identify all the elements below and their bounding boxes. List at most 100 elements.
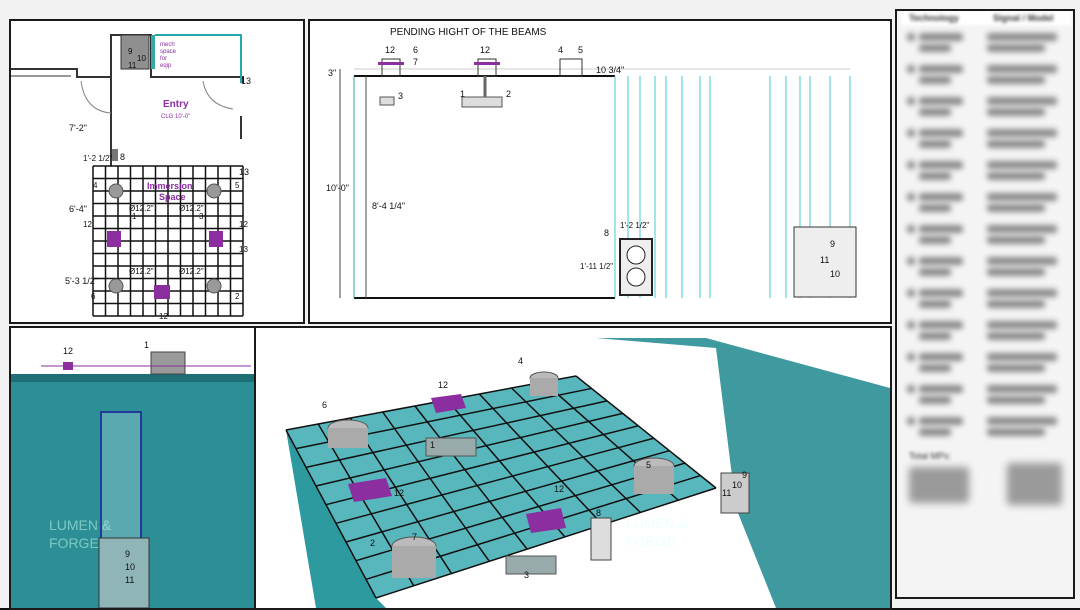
legend-blurred-line xyxy=(987,257,1057,265)
diameter-3: Ø12.2" xyxy=(129,267,154,276)
legend-blurred-line xyxy=(987,236,1045,244)
iso-callout-12-b: 12 xyxy=(394,488,404,498)
legend-blurred-line xyxy=(919,97,963,105)
side-callout-12: 12 xyxy=(63,346,73,356)
iso-callout-12-a: 12 xyxy=(438,380,448,390)
legend-blurred-line xyxy=(907,257,915,265)
legend-col2-header: Signal / Model xyxy=(993,13,1054,23)
legend-blurred-line xyxy=(987,193,1057,201)
legend-blurred-line xyxy=(919,161,963,169)
legend-blurred-line xyxy=(987,289,1057,297)
legend-blurred-line xyxy=(919,236,951,244)
floor-plan-panel: mech space for eqip 9 10 11 Entry CLG 10… xyxy=(9,19,305,324)
callout-2: 2 xyxy=(235,292,240,301)
legend-blurred-line xyxy=(987,33,1057,41)
iso-callout-1: 1 xyxy=(430,440,435,450)
dim-1-2: 1'-2 1/2" xyxy=(83,154,112,163)
legend-blurred-line xyxy=(987,161,1057,169)
legend-blurred-line xyxy=(987,300,1045,308)
legend-blurred-line xyxy=(919,225,963,233)
callout-12-c: 12 xyxy=(159,312,168,321)
floor-plan-drawing: mech space for eqip 9 10 11 Entry CLG 10… xyxy=(11,34,251,321)
callout-13-c: 13 xyxy=(239,245,248,254)
legend-blurred-line xyxy=(987,108,1045,116)
legend-blurred-line xyxy=(907,289,915,297)
elevation-title: PENDING HIGHT OF THE BEAMS xyxy=(390,27,547,38)
top-label-7: 7 xyxy=(413,57,418,67)
elevation-panel: PENDING HIGHT OF THE BEAMS 12 6 7 12 4 5… xyxy=(308,19,892,324)
callout-4: 4 xyxy=(93,181,98,190)
svg-text:eqip: eqip xyxy=(160,63,172,69)
callout-8: 8 xyxy=(604,228,609,238)
dim-3in: 3" xyxy=(328,68,336,78)
svg-text:mech: mech xyxy=(160,42,175,48)
callout-2: 2 xyxy=(506,89,511,99)
iso-callout-6: 6 xyxy=(322,400,327,410)
legend-blurred-line xyxy=(987,44,1045,52)
legend-blurred-line xyxy=(907,321,915,329)
space-name-1: Immersion xyxy=(147,181,193,191)
legend-blurred-line xyxy=(987,76,1045,84)
dim-beam: 10 3/4" xyxy=(596,65,624,75)
legend-blurred-line xyxy=(987,417,1057,425)
callout-3: 3 xyxy=(199,212,204,221)
side-view-panel: 12 1 9 10 11 LUMEN & FORGE xyxy=(9,326,256,610)
legend-panel: Technology Signal / Model Total MPs: xyxy=(895,9,1075,599)
legend-blurred-line xyxy=(919,268,951,276)
legend-blurred-line xyxy=(919,385,963,393)
legend-blurred-line xyxy=(987,204,1045,212)
legend-blurred-line xyxy=(907,417,915,425)
watermark-line-1: LUMEN & xyxy=(49,517,112,533)
legend-blurred-line xyxy=(907,97,915,105)
iso-callout-12-c: 12 xyxy=(554,484,564,494)
legend-blurred-line xyxy=(907,161,915,169)
iso-callout-9: 9 xyxy=(742,470,747,480)
iso-callout-10: 10 xyxy=(732,480,742,490)
callout-12-b: 12 xyxy=(239,220,248,229)
iso-callout-5: 5 xyxy=(646,460,651,470)
space-name-2: Space xyxy=(159,192,186,202)
legend-blurred-line xyxy=(987,65,1057,73)
tech-callout-11: 11 xyxy=(128,61,137,70)
legend-blurred-line xyxy=(919,193,963,201)
callout-8: 8 xyxy=(120,152,125,162)
diameter-4: Ø12.2" xyxy=(179,267,204,276)
dim-speaker-h: 1'-11 1/2" xyxy=(580,262,613,271)
legend-blurred-line xyxy=(907,33,915,41)
legend-blurred-line xyxy=(987,321,1057,329)
legend-blurred-line xyxy=(919,76,951,84)
top-label-5: 5 xyxy=(578,45,583,55)
legend-blurred-line xyxy=(987,396,1045,404)
callout-6: 6 xyxy=(91,292,96,301)
legend-blurred-line xyxy=(919,65,963,73)
legend-blurred-line xyxy=(919,257,963,265)
legend-blurred-line xyxy=(919,332,951,340)
iso-callout-2: 2 xyxy=(370,538,375,548)
side-callout-10: 10 xyxy=(125,562,135,572)
tech-callout-10: 10 xyxy=(137,54,146,63)
legend-blurred-line xyxy=(919,108,951,116)
legend-blurred-line xyxy=(919,396,951,404)
dim-speaker-w: 1'-2 1/2" xyxy=(620,221,649,230)
legend-blurred-line xyxy=(987,385,1057,393)
dim-6-4: 6'-4" xyxy=(69,204,87,214)
svg-text:space: space xyxy=(160,49,177,55)
legend-blurred-line xyxy=(919,204,951,212)
callout-3: 3 xyxy=(398,91,403,101)
legend-blurred-line xyxy=(919,428,951,436)
dim-5-3: 5'-3 1/2" xyxy=(65,276,98,286)
iso-callout-11: 11 xyxy=(722,488,731,498)
iso-callout-8: 8 xyxy=(596,508,601,518)
side-callout-1: 1 xyxy=(144,340,149,350)
legend-blurred-line xyxy=(987,225,1057,233)
callout-12-a: 12 xyxy=(83,220,92,229)
dim-inner: 8'-4 1/4" xyxy=(372,201,405,211)
legend-blurred-line xyxy=(919,129,963,137)
legend-blurred-line xyxy=(919,33,963,41)
legend-header: Technology Signal / Model xyxy=(901,11,1071,25)
legend-blurred-line xyxy=(987,140,1045,148)
legend-blurred-line xyxy=(907,353,915,361)
dim-height: 10'-0" xyxy=(326,183,349,193)
legend-col1-header: Technology xyxy=(909,13,959,23)
legend-blurred-line xyxy=(919,417,963,425)
